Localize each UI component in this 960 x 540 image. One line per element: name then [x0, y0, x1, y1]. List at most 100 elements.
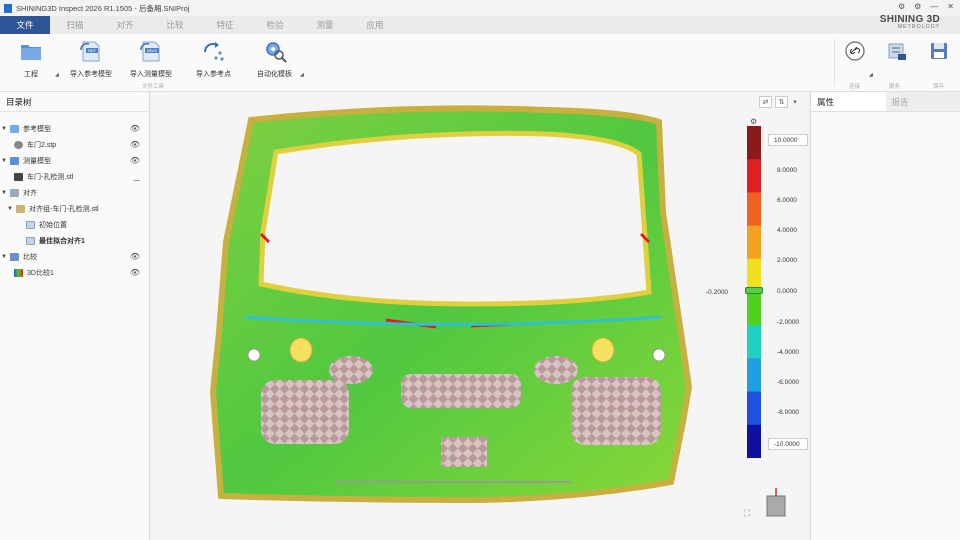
inner-panel: [401, 374, 521, 408]
scale-slider-handle[interactable]: [745, 287, 763, 294]
catalog-tree-panel: 目录树 ▼ 参考模型 👁 车门2.stp 👁 ▼ 测量模型 👁 车门-孔检测.s…: [0, 92, 150, 540]
menu-file[interactable]: 文件: [0, 16, 50, 34]
settings-icon[interactable]: ⚙: [898, 2, 905, 11]
menu-feature[interactable]: 特征: [200, 16, 250, 34]
project-button[interactable]: 工程: [18, 38, 44, 79]
color-scale-segment: [747, 325, 761, 359]
save-button[interactable]: [926, 38, 952, 64]
color-scale-segment: [747, 391, 761, 426]
hidden-eye-icon[interactable]: ‿: [134, 172, 140, 181]
visibility-eye-icon[interactable]: 👁: [130, 268, 140, 277]
menu-compare[interactable]: 比较: [150, 16, 200, 34]
options-icon[interactable]: ⚙: [914, 2, 921, 11]
panel-title: 目录树: [0, 92, 149, 112]
expand-arrow-icon[interactable]: ▼: [0, 126, 8, 132]
menu-bar: 文件 扫描 对齐 比较 特征 检验 测量 应用: [0, 16, 960, 34]
inner-panel: [534, 356, 578, 384]
properties-panel: 属性 报告: [810, 92, 960, 540]
minimize-icon[interactable]: —: [930, 2, 938, 11]
scale-min-input[interactable]: -10.0000: [768, 438, 808, 450]
folder-icon: [16, 204, 25, 213]
3d-compare-icon: [14, 268, 23, 277]
tree-item-initial-position[interactable]: 初始位置: [0, 217, 150, 232]
service-button[interactable]: [884, 38, 910, 64]
tree-item-reference-model[interactable]: ▼ 参考模型 👁: [0, 121, 150, 136]
scale-tolerance-label: -0.2000: [706, 289, 729, 296]
window-title: SHINING3D Inspect 2026 R1.1505 - 后备厢.SNI…: [16, 3, 190, 13]
inner-panel: [329, 356, 373, 384]
window-opening: [258, 130, 652, 307]
mount-hole: [289, 337, 313, 363]
import-point-icon: [203, 42, 224, 61]
color-scale-segment: [747, 225, 761, 260]
inner-panel: [441, 437, 487, 467]
import-ref-icon: REF: [80, 41, 100, 62]
tree-item-compare[interactable]: ▼ 比较 👁: [0, 249, 150, 264]
align-icon: [10, 188, 19, 197]
tab-properties[interactable]: 属性: [811, 92, 886, 111]
automation-template-button[interactable]: 自动化模板: [257, 38, 292, 79]
menu-inspect[interactable]: 检验: [250, 16, 300, 34]
import-measure-model-button[interactable]: MEAS 导入测量模型: [130, 38, 172, 79]
orientation-cube[interactable]: [766, 495, 786, 517]
file-tools-group-label: 文件工具: [142, 84, 165, 90]
service-icon: [888, 43, 906, 60]
visibility-eye-icon[interactable]: 👁: [130, 140, 140, 149]
mount-hole: [247, 348, 261, 362]
compare-icon: [10, 252, 19, 261]
brand-logo: SHINING 3D METROLOGY: [879, 14, 940, 30]
position-icon: [26, 220, 35, 229]
mount-hole: [591, 337, 615, 363]
scale-tick: 6.0000: [777, 197, 797, 204]
color-scale-segment: [747, 424, 761, 458]
cad-file-icon: [14, 140, 23, 149]
save-icon: [931, 43, 947, 59]
right-panel-tabs: 属性 报告: [811, 92, 960, 112]
connect-dropdown-icon[interactable]: ◢: [869, 72, 873, 78]
svg-text:MEAS: MEAS: [147, 49, 158, 53]
ribbon-separator: [834, 38, 835, 86]
3d-viewport[interactable]: ⇄ ⇅ ▾ ⛶ ⚙ 10.0000 8.0000 6.0000 4.0000 2…: [151, 92, 809, 540]
menu-scan[interactable]: 扫描: [50, 16, 100, 34]
expand-arrow-icon[interactable]: ▼: [0, 158, 8, 164]
link-icon: [845, 41, 865, 61]
menu-measure[interactable]: 测量: [300, 16, 350, 34]
connect-button[interactable]: [842, 38, 868, 64]
inner-panel: [261, 380, 349, 444]
tree-item-3d-compare[interactable]: 3D比较1 👁: [0, 265, 150, 280]
scale-tick: -8.0000: [777, 409, 800, 416]
import-reference-model-button[interactable]: REF 导入参考模型: [70, 38, 112, 79]
visibility-eye-icon[interactable]: 👁: [130, 156, 140, 165]
tab-report[interactable]: 报告: [885, 92, 960, 111]
scale-tick: 4.0000: [777, 227, 797, 234]
import-reference-point-button[interactable]: 导入参考点: [196, 38, 231, 79]
tree-item-best-fit[interactable]: 最佳拟合对齐1: [0, 233, 150, 248]
tailgate-deviation-model[interactable]: ⛶: [151, 92, 809, 540]
color-scale-segment: [747, 358, 761, 393]
tree-item-ref-file[interactable]: 车门2.stp 👁: [0, 137, 150, 152]
scale-tick: -6.0000: [777, 379, 800, 386]
menu-apply[interactable]: 应用: [350, 16, 400, 34]
scale-settings-icon[interactable]: ⚙: [750, 117, 757, 126]
scale-tick: 0.0000: [777, 288, 797, 295]
expand-arrow-icon[interactable]: ▼: [6, 206, 14, 212]
fit-view-icon[interactable]: ⛶: [743, 508, 751, 518]
visibility-eye-icon[interactable]: 👁: [130, 252, 140, 261]
tree-item-align-group[interactable]: ▼ 对齐组-车门-孔检测.stl: [0, 201, 150, 216]
title-bar: SHINING3D Inspect 2026 R1.1505 - 后备厢.SNI…: [0, 0, 960, 16]
expand-arrow-icon[interactable]: ▼: [0, 254, 8, 260]
tree-item-measure-model[interactable]: ▼ 测量模型 👁: [0, 153, 150, 168]
menu-align[interactable]: 对齐: [100, 16, 150, 34]
tree-item-meas-file[interactable]: 车门-孔检测.stl ‿: [0, 169, 150, 184]
expand-arrow-icon[interactable]: ▼: [0, 190, 8, 196]
close-icon[interactable]: ✕: [947, 2, 954, 11]
automation-icon: [265, 42, 287, 63]
scale-tick: 2.0000: [777, 257, 797, 264]
automation-dropdown-icon[interactable]: ◢: [300, 72, 304, 78]
reference-model-icon: [10, 124, 19, 133]
scale-max-input[interactable]: 10.0000: [768, 134, 808, 146]
mount-hole: [652, 348, 666, 362]
tree-item-align[interactable]: ▼ 对齐: [0, 185, 150, 200]
project-dropdown-icon[interactable]: ◢: [55, 72, 59, 78]
visibility-eye-icon[interactable]: 👁: [130, 124, 140, 133]
